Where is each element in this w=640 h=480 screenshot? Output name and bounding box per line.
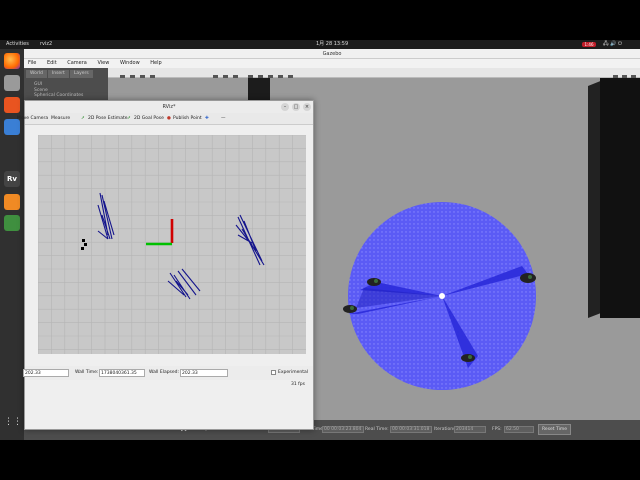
fps-label: FPS: [492, 427, 502, 432]
apps-grid-icon[interactable]: ⋮⋮ [4, 417, 22, 433]
recording-indicator[interactable]: 1:46 [582, 42, 596, 47]
tool-measure[interactable]: Measure [51, 113, 70, 125]
system-tray-icons[interactable]: 🖧 🔊 ⏻ [603, 40, 622, 49]
gazebo-title: Gazebo [24, 49, 640, 59]
real-time-label: Real Time: [365, 427, 389, 432]
rviz-title: RViz* [25, 101, 313, 113]
tool-remove-icon[interactable]: — [221, 113, 226, 125]
tool-2d-pose-estimate[interactable]: 2D Pose Estimate [88, 113, 128, 125]
experimental-checkbox[interactable] [271, 370, 276, 375]
firefox-icon[interactable] [4, 53, 20, 69]
reset-time-button[interactable]: Reset Time [538, 424, 572, 435]
recycle-icon[interactable] [4, 215, 20, 231]
tool-move-camera[interactable]: Move Camera [17, 113, 48, 125]
rviz-window: RViz* – □ × Move Camera Measure ➚ 2D Pos… [17, 100, 314, 430]
menu-window[interactable]: Window [120, 60, 140, 66]
map-obstacle [81, 239, 87, 250]
tool-2d-goal-pose[interactable]: 2D Goal Pose [134, 113, 164, 125]
sim-time-value: 00 00:03:23.804 [322, 426, 364, 433]
menu-camera[interactable]: Camera [67, 60, 87, 66]
menu-edit[interactable]: Edit [47, 60, 57, 66]
tab-insert[interactable]: Insert [47, 70, 69, 78]
wall-time-label: Wall Time: [75, 370, 99, 375]
tool-publish-point[interactable]: Publish Point [173, 113, 202, 125]
app-menu[interactable]: rviz2 [40, 40, 52, 49]
rviz-3d-view[interactable] [37, 134, 306, 354]
real-time-value: 00 00:03:31.018 [390, 426, 432, 433]
experimental-label: Experimental [278, 370, 309, 375]
top-bar: Activities rviz2 1月 28 13:59 1:46 🖧 🔊 ⏻ [0, 40, 640, 49]
minimize-button[interactable]: – [281, 103, 289, 111]
menu-view[interactable]: View [97, 60, 109, 66]
close-button[interactable]: × [303, 103, 311, 111]
rviz-toolbar: Move Camera Measure ➚ 2D Pose Estimate ➚… [17, 113, 313, 125]
wall-time-field[interactable]: 1738040361.35 [99, 369, 145, 377]
rviz-status-bar: 202.33 Wall Time: 1738040361.35 Wall Ela… [23, 366, 313, 380]
desktop: Activities rviz2 1月 28 13:59 1:46 🖧 🔊 ⏻ … [0, 40, 640, 440]
menu-help[interactable]: Help [150, 60, 161, 66]
gazebo-menu-bar: File Edit Camera View Window Help [24, 59, 640, 68]
tab-world[interactable]: World [26, 70, 47, 78]
iterations-value: 203414 [454, 426, 486, 433]
tool-goal-pose-icon: ➚ [127, 116, 131, 121]
gazebo-icon[interactable] [4, 194, 20, 210]
maximize-button[interactable]: □ [292, 103, 300, 111]
menu-file[interactable]: File [28, 60, 36, 66]
rviz-fps: 31 fps [291, 382, 305, 387]
clock[interactable]: 1月 28 13:59 [316, 40, 348, 49]
dock: Rv ⋮⋮ [0, 49, 24, 440]
tool-add-icon[interactable]: ✚ [205, 113, 209, 125]
wall-elapsed-label: Wall Elapsed: [149, 370, 180, 375]
ros-elapsed-field[interactable]: 202.33 [23, 369, 69, 377]
tab-layers[interactable]: Layers [69, 70, 93, 78]
wall-elapsed-field[interactable]: 202.33 [180, 369, 228, 377]
fps-value: 62.50 [504, 426, 534, 433]
tree-item-spherical[interactable]: Spherical Coordinates [34, 93, 83, 99]
map-pin-icon: ● [167, 116, 171, 121]
gazebo-toolbar [108, 68, 640, 81]
software-icon[interactable] [4, 97, 20, 113]
tool-pose-estimate-icon: ➚ [81, 116, 85, 121]
rviz-icon[interactable]: Rv [4, 171, 20, 187]
files-icon[interactable] [4, 75, 20, 91]
activities-button[interactable]: Activities [6, 40, 29, 49]
